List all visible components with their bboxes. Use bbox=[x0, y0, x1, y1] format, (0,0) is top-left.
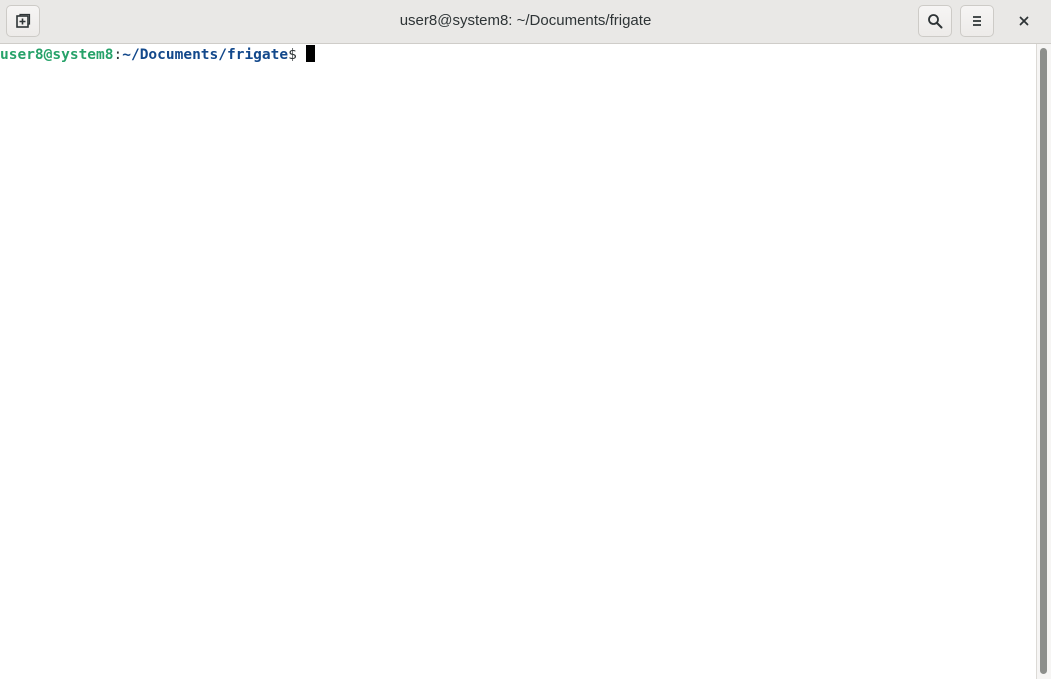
menu-button[interactable] bbox=[960, 5, 994, 37]
title-bar: user8@system8: ~/Documents/frigate bbox=[0, 0, 1051, 44]
terminal-window: user8@system8: ~/Documents/frigate user8… bbox=[0, 0, 1051, 679]
new-tab-button[interactable] bbox=[6, 5, 40, 37]
prompt-line: user8@system8:~/Documents/frigate$ bbox=[0, 45, 1036, 65]
scrollbar-thumb[interactable] bbox=[1040, 48, 1047, 674]
search-icon bbox=[928, 14, 943, 29]
vertical-scrollbar[interactable] bbox=[1036, 44, 1051, 679]
prompt-separator: : bbox=[113, 47, 123, 63]
terminal-area[interactable]: user8@system8:~/Documents/frigate$ bbox=[0, 44, 1036, 679]
text-cursor bbox=[305, 45, 315, 62]
prompt-symbol: $ bbox=[288, 47, 297, 63]
prompt-user-host: user8@system8 bbox=[0, 47, 114, 63]
prompt-path: ~/Documents/frigate bbox=[122, 47, 289, 63]
close-icon bbox=[1019, 16, 1029, 26]
window-title: user8@system8: ~/Documents/frigate bbox=[399, 12, 652, 29]
hamburger-menu-icon bbox=[973, 16, 981, 26]
close-button[interactable] bbox=[1008, 5, 1040, 37]
new-tab-icon bbox=[16, 13, 31, 28]
search-button[interactable] bbox=[918, 5, 952, 37]
